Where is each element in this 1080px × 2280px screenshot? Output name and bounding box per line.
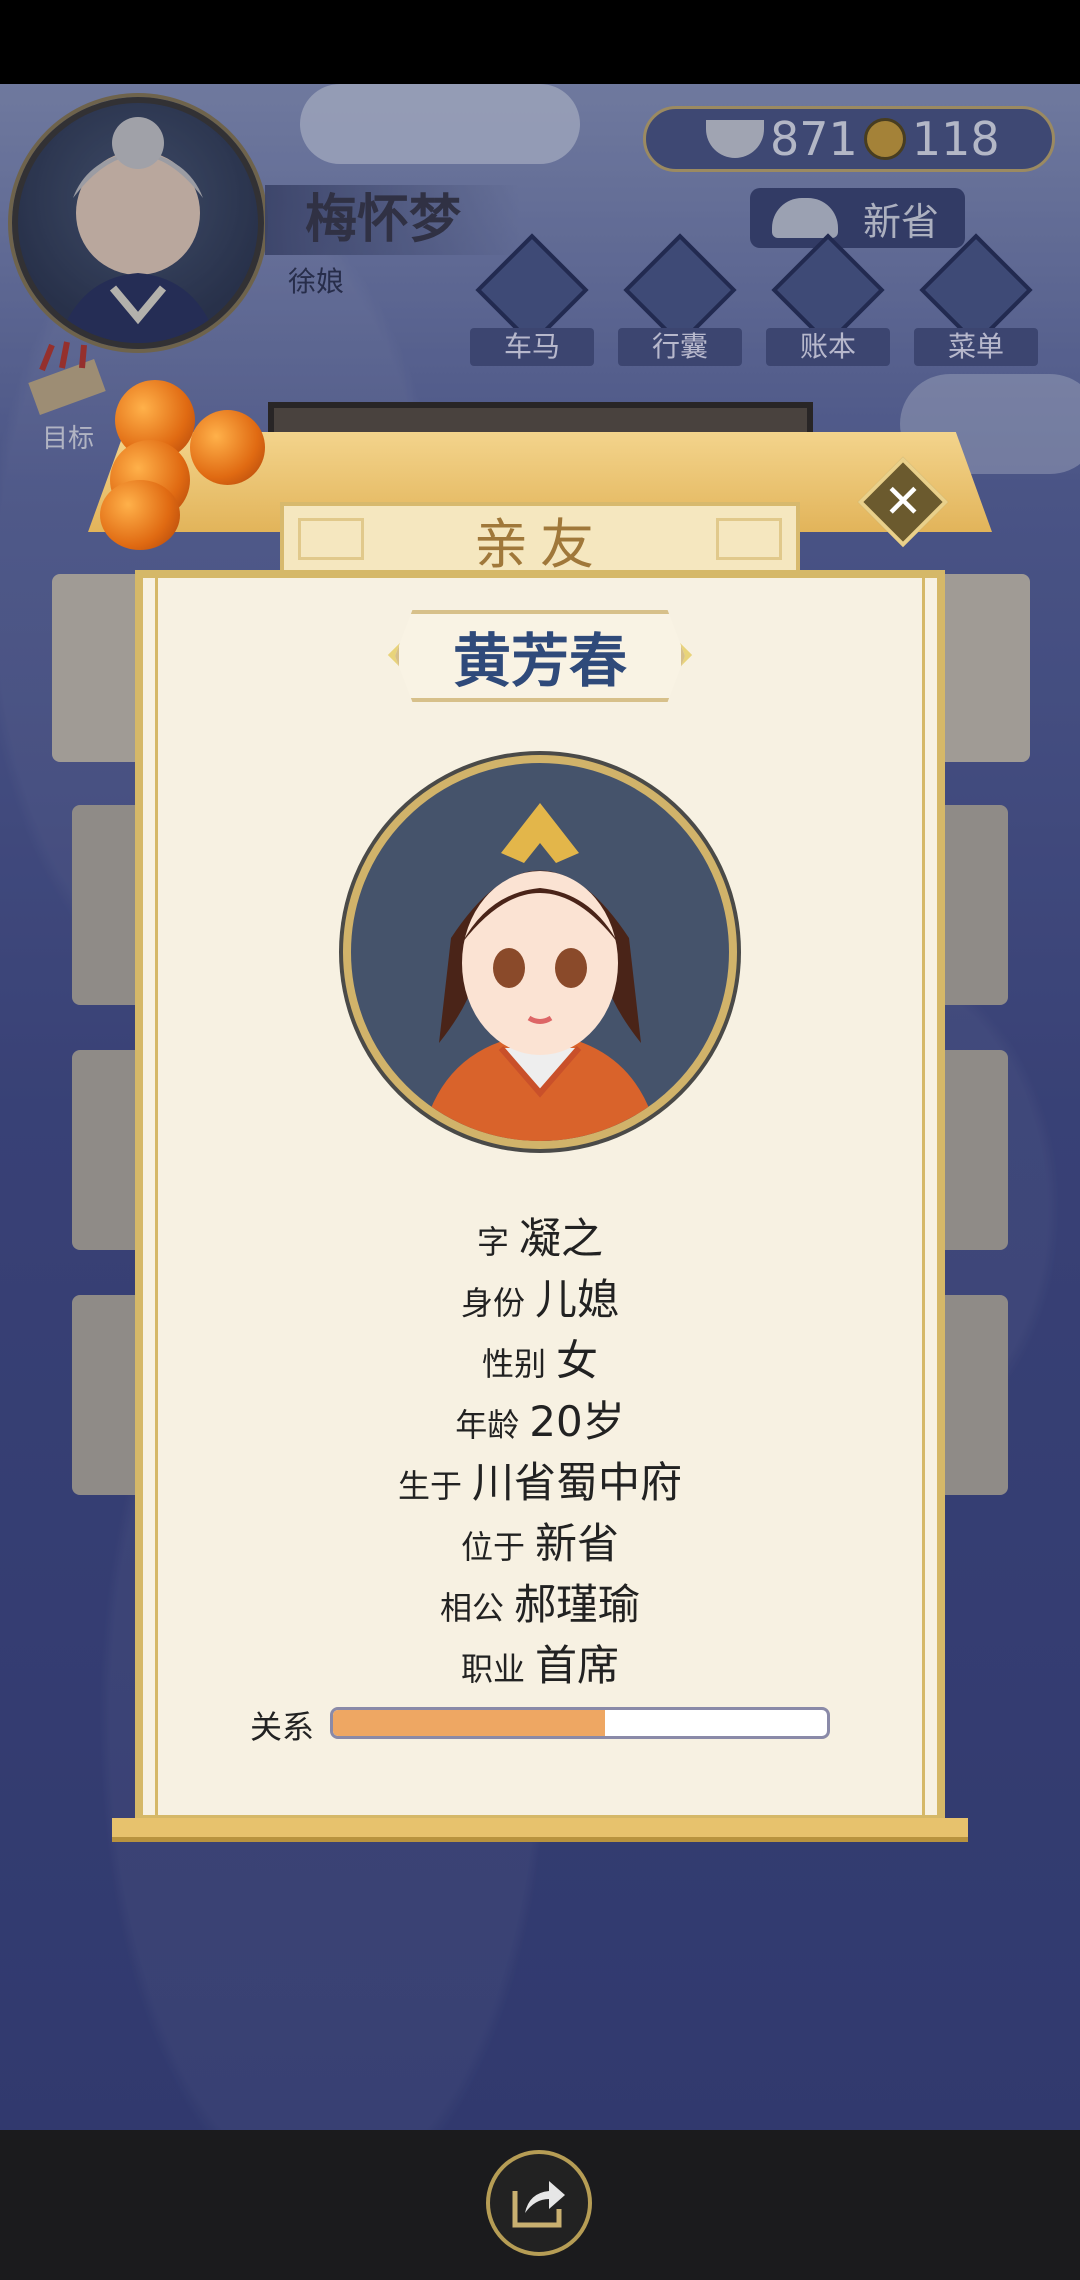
field-value: 20岁 xyxy=(529,1397,625,1446)
field-courtesy-name: 字凝之 xyxy=(155,1205,925,1266)
relationship-label: 关系 xyxy=(250,1708,315,1746)
title-ornament xyxy=(298,518,364,560)
field-value: 川省蜀中府 xyxy=(472,1458,683,1507)
field-value: 首席 xyxy=(535,1641,620,1690)
field-identity: 身份 儿媳 xyxy=(155,1266,925,1327)
field-gender: 性别女 xyxy=(155,1327,925,1388)
character-name-plate: 黄芳春 xyxy=(395,610,685,702)
character-portrait xyxy=(343,755,737,1149)
status-bar xyxy=(0,0,1080,84)
character-name: 黄芳春 xyxy=(452,627,627,695)
field-value: 儿媳 xyxy=(535,1275,620,1324)
field-label: 性别 xyxy=(481,1345,546,1383)
field-label: 生于 xyxy=(397,1467,462,1505)
field-birthplace: 生于 川省蜀中府 xyxy=(155,1449,925,1510)
field-occupation: 职业 首席 xyxy=(155,1632,925,1693)
field-value: 凝之 xyxy=(519,1214,604,1263)
panel-bottom-rod xyxy=(112,1818,968,1842)
field-label: 相公 xyxy=(439,1589,504,1627)
title-ornament xyxy=(716,518,782,560)
field-label: 位于 xyxy=(460,1528,525,1566)
modal-title: 亲友 xyxy=(474,512,606,576)
share-button[interactable] xyxy=(486,2150,592,2256)
share-icon xyxy=(512,2181,565,2228)
modal-title-bar: 亲友 xyxy=(280,502,800,576)
field-location: 位于 新省 xyxy=(155,1510,925,1571)
relationship-bar-fill xyxy=(333,1710,605,1736)
field-label: 字 xyxy=(476,1223,509,1261)
relationship-bar xyxy=(330,1707,830,1739)
close-icon[interactable]: ✕ xyxy=(871,470,935,534)
fruit-decoration xyxy=(190,410,265,485)
field-value: 女 xyxy=(556,1336,599,1385)
field-label: 身份 xyxy=(460,1284,525,1322)
fruit-decoration xyxy=(100,480,180,550)
field-label: 年龄 xyxy=(455,1406,520,1444)
field-value: 郝瑾瑜 xyxy=(514,1580,641,1629)
field-age: 年龄 20岁 xyxy=(155,1388,925,1449)
field-husband: 相公 郝瑾瑜 xyxy=(155,1571,925,1632)
field-value: 新省 xyxy=(535,1519,620,1568)
field-label: 职业 xyxy=(460,1650,525,1688)
